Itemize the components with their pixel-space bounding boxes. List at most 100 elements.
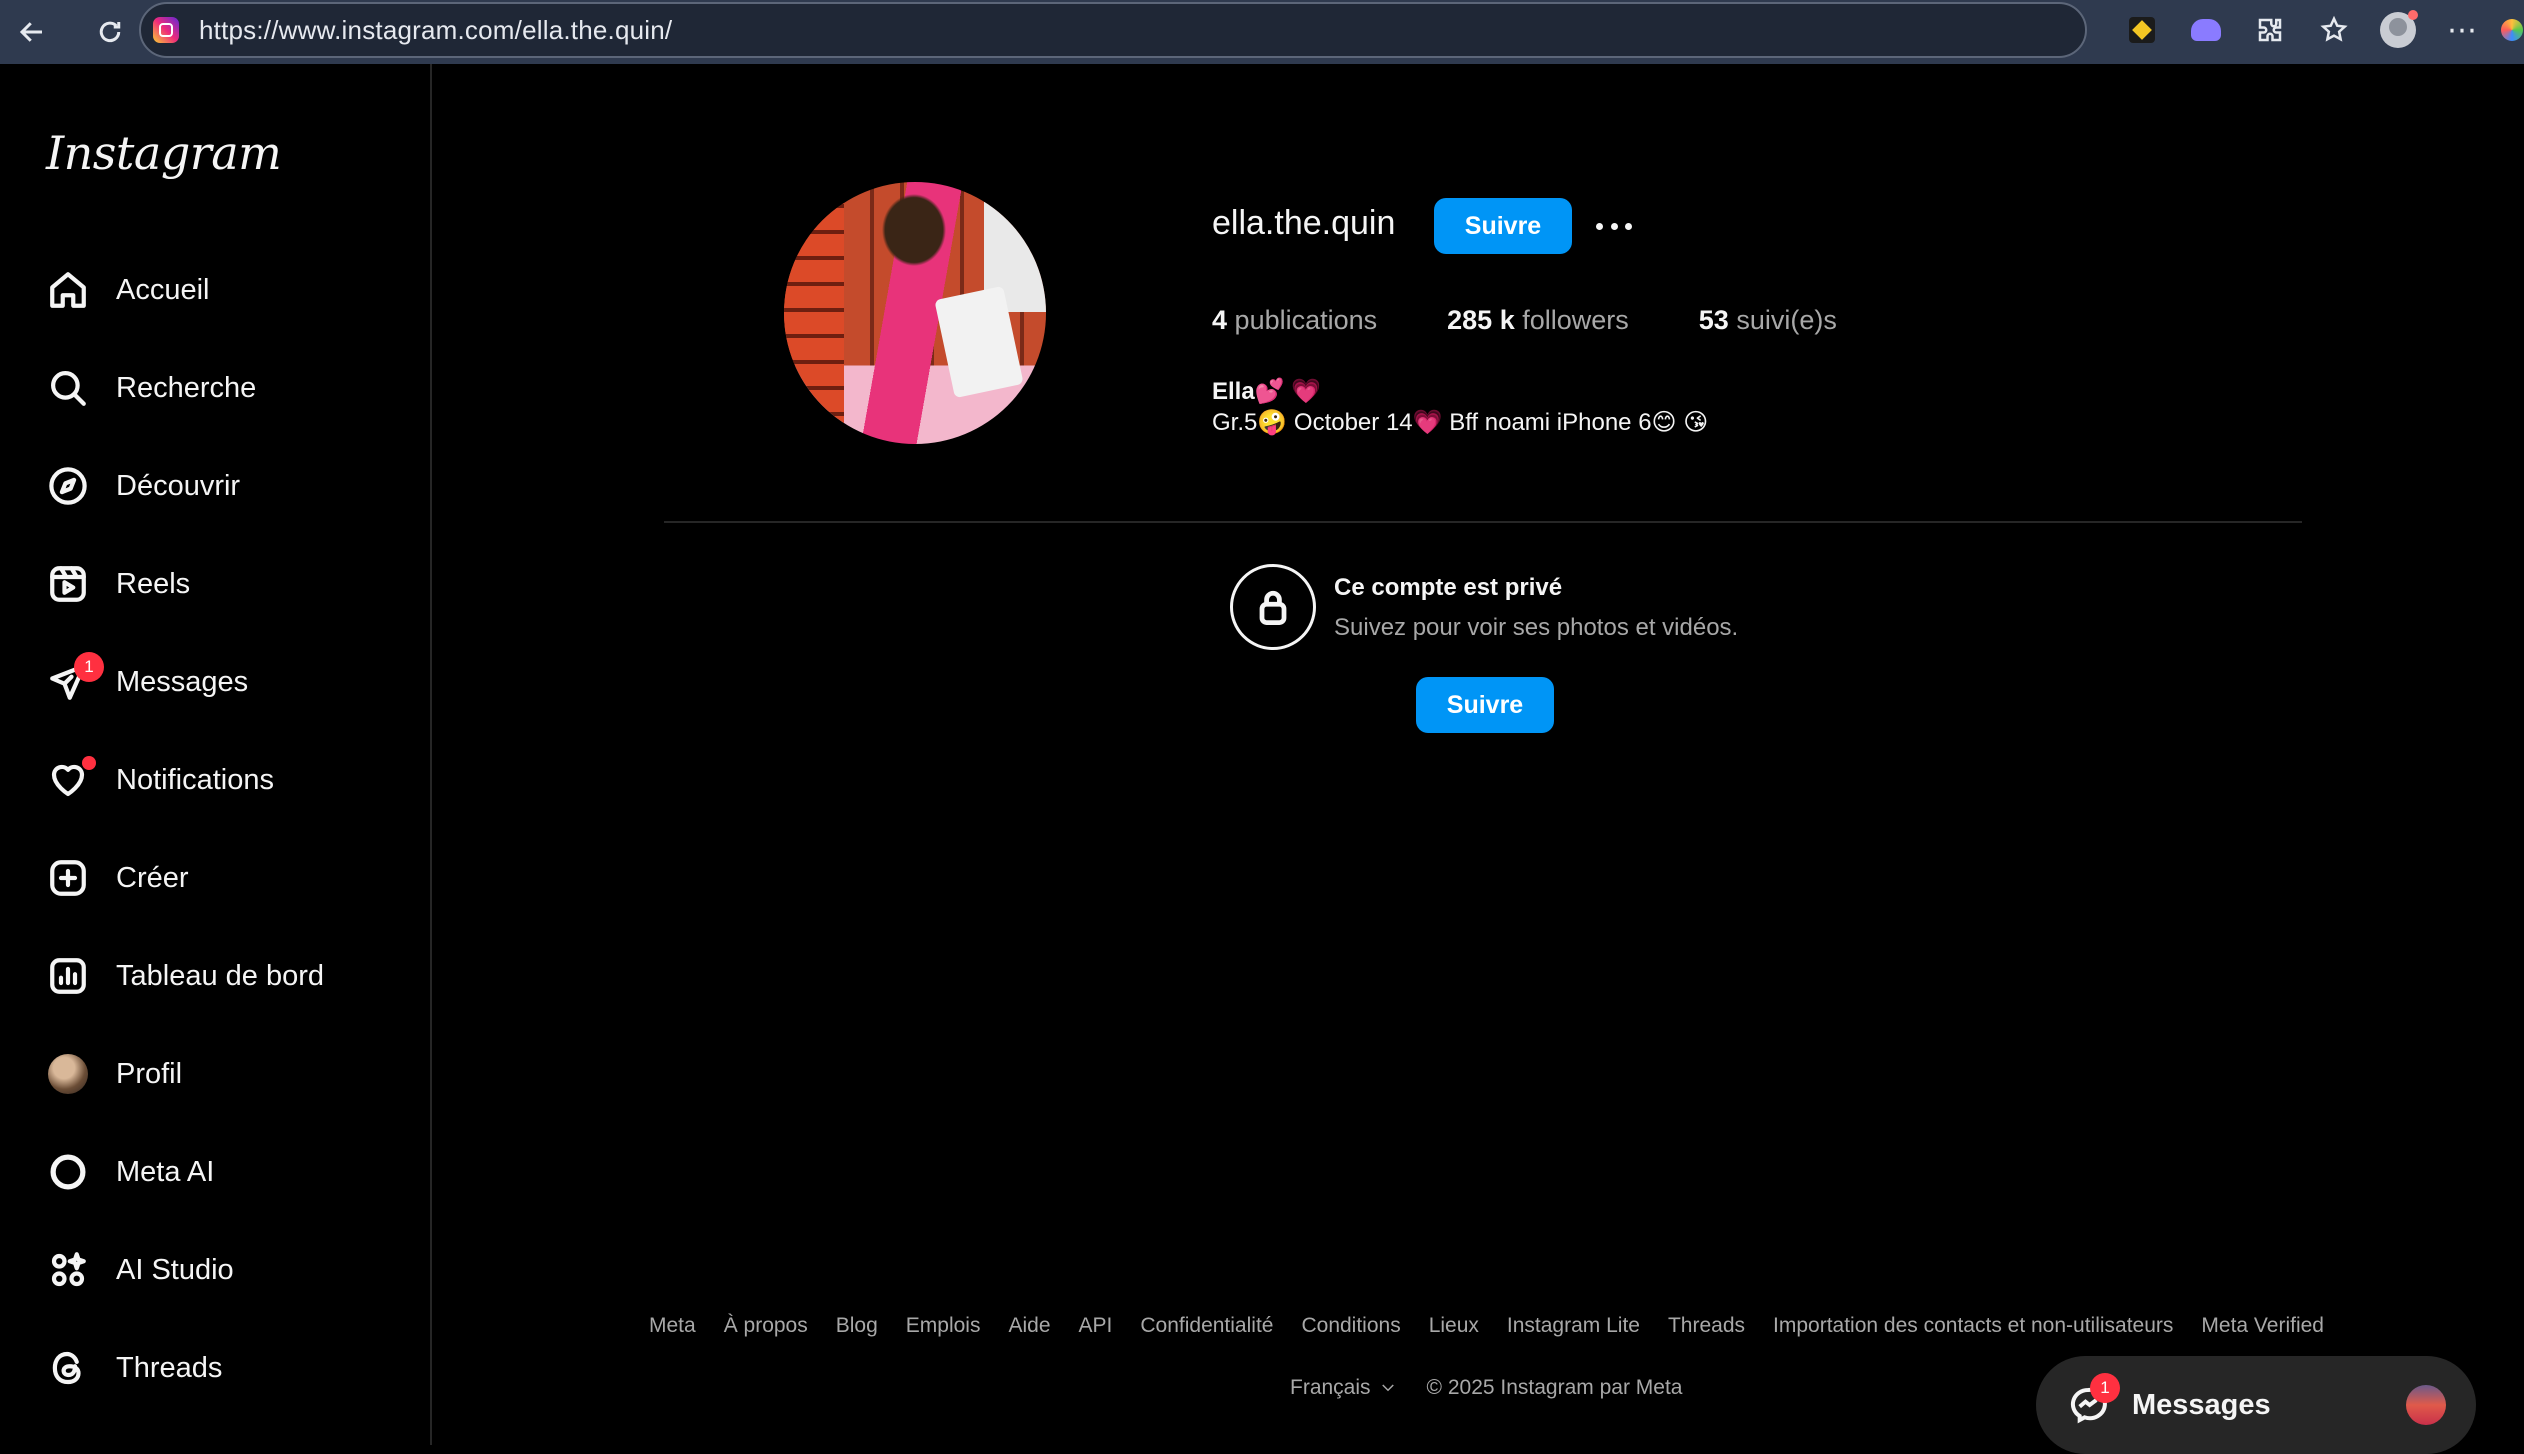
sidebar-item-label: Reels [116, 567, 191, 600]
posts-label: publications [1234, 305, 1378, 335]
footer-link[interactable]: Meta Verified [2201, 1314, 2324, 1338]
notification-dot [82, 756, 96, 770]
sidebar-item-label: Notifications [116, 763, 274, 796]
favorites-icon[interactable] [2314, 10, 2354, 50]
more-options-icon[interactable] [1592, 204, 1636, 248]
copilot-icon[interactable] [2500, 10, 2524, 50]
bio-text: Gr.5🤪 October 14💗 Bff noami iPhone 6😊 😘 [1212, 409, 1709, 436]
footer-link[interactable]: Conditions [1301, 1314, 1400, 1338]
instagram-favicon-icon [153, 17, 179, 43]
puzzle-extensions-icon[interactable] [2250, 10, 2290, 50]
reels-icon [46, 562, 90, 606]
chevron-down-icon [1381, 1384, 1394, 1392]
followers-count: 285 k [1447, 305, 1515, 335]
sidebar-item-search[interactable]: Recherche [46, 358, 406, 418]
threads-icon [46, 1346, 90, 1390]
posts-stat: 4 publications [1212, 305, 1377, 336]
sidebar-item-meta-ai[interactable]: Meta AI [46, 1142, 406, 1202]
footer-link[interactable]: À propos [724, 1314, 808, 1338]
sidebar-item-explore[interactable]: Découvrir [46, 456, 406, 516]
sidebar-item-label: Recherche [116, 371, 257, 404]
footer-link[interactable]: Confidentialité [1140, 1314, 1273, 1338]
footer-link[interactable]: Emplois [906, 1314, 981, 1338]
sidebar-item-label: Découvrir [116, 469, 241, 502]
footer-link[interactable]: Aide [1008, 1314, 1050, 1338]
sidebar-item-label: Accueil [116, 273, 210, 306]
meta-ai-icon [46, 1150, 90, 1194]
heart-icon [46, 756, 96, 802]
footer-link[interactable]: Threads [1668, 1314, 1745, 1338]
footer-bottom: Français © 2025 Instagram par Meta [1290, 1376, 1682, 1400]
messenger-icon: 1 [2066, 1373, 2120, 1427]
dashboard-icon [46, 954, 90, 998]
direct-icon: 1 [46, 652, 104, 704]
sidebar-item-label: Tableau de bord [116, 959, 324, 992]
ai-studio-icon [46, 1248, 90, 1292]
browser-toolbar: https://www.instagram.com/ella.the.quin/… [0, 0, 2524, 64]
floating-messages-button[interactable]: 1 Messages [2036, 1356, 2476, 1454]
instagram-app: Instagram Accueil Recherche Découvrir Re… [6, 64, 2524, 1454]
floating-messages-label: Messages [2132, 1388, 2271, 1421]
sidebar-item-reels[interactable]: Reels [46, 554, 406, 614]
sidebar: Instagram Accueil Recherche Découvrir Re… [6, 64, 432, 1445]
reload-icon [99, 21, 121, 43]
footer-link[interactable]: Importation des contacts et non-utilisat… [1773, 1314, 2173, 1338]
address-bar[interactable]: https://www.instagram.com/ella.the.quin/ [139, 2, 2087, 58]
search-icon [46, 366, 90, 410]
footer-link[interactable]: Blog [836, 1314, 878, 1338]
instagram-logo[interactable]: Instagram [46, 126, 282, 180]
sidebar-item-create[interactable]: Créer [46, 848, 406, 908]
sidebar-item-label: Créer [116, 861, 189, 894]
sidebar-item-label: AI Studio [116, 1253, 234, 1286]
private-account-subtitle: Suivez pour voir ses photos et vidéos. [1334, 614, 1739, 641]
sidebar-item-profile[interactable]: Profil [46, 1044, 406, 1104]
home-icon [46, 268, 90, 312]
sidebar-item-label: Meta AI [116, 1155, 215, 1188]
sidebar-item-messages[interactable]: 1 Messages [46, 652, 406, 712]
sidebar-item-notifications[interactable]: Notifications [46, 750, 406, 810]
language-select[interactable]: Français [1290, 1376, 1397, 1400]
sidebar-item-label: Threads [116, 1351, 223, 1384]
back-button[interactable] [12, 12, 52, 52]
create-icon [46, 856, 90, 900]
conversation-avatar [2406, 1385, 2446, 1425]
reload-button[interactable] [90, 12, 130, 52]
ghost-extension-icon[interactable] [2186, 10, 2226, 50]
url-text[interactable]: https://www.instagram.com/ella.the.quin/ [199, 15, 672, 46]
sidebar-item-threads[interactable]: Threads [46, 1338, 406, 1398]
profile-avatar [46, 1052, 90, 1096]
language-label: Français [1290, 1376, 1371, 1399]
following-label: suivi(e)s [1736, 305, 1837, 335]
profile-stats: 4 publications 285 k followers 53 suivi(… [1212, 305, 1907, 336]
sidebar-item-label: Messages [116, 665, 249, 698]
more-icon[interactable]: ⋯ [2442, 10, 2482, 50]
profile-username: ella.the.quin [1212, 204, 1396, 242]
messages-badge: 1 [74, 652, 104, 682]
followers-stat[interactable]: 285 k followers [1447, 305, 1629, 336]
followers-label: followers [1522, 305, 1629, 335]
bio-name: Ella💕 💗 [1212, 378, 1322, 405]
divider [664, 521, 2302, 523]
follow-button-private[interactable]: Suivre [1416, 677, 1554, 733]
compass-icon [46, 464, 90, 508]
private-account-title: Ce compte est privé [1334, 574, 1563, 601]
sidebar-item-ai-studio[interactable]: AI Studio [46, 1240, 406, 1300]
footer-link[interactable]: Instagram Lite [1507, 1314, 1640, 1338]
profile-avatar-icon[interactable] [2378, 10, 2418, 50]
sidebar-item-dashboard[interactable]: Tableau de bord [46, 946, 406, 1006]
posts-count: 4 [1212, 305, 1228, 335]
footer-link[interactable]: API [1079, 1314, 1113, 1338]
profile-picture[interactable] [784, 182, 1046, 444]
footer-links: Meta À propos Blog Emplois Aide API Conf… [649, 1314, 2352, 1338]
back-arrow-icon [19, 22, 42, 42]
floating-messages-badge: 1 [2090, 1373, 2120, 1403]
following-stat[interactable]: 53 suivi(e)s [1699, 305, 1837, 336]
sidebar-item-home[interactable]: Accueil [46, 260, 406, 320]
copyright: © 2025 Instagram par Meta [1426, 1376, 1683, 1399]
following-count: 53 [1698, 305, 1729, 335]
footer-link[interactable]: Lieux [1429, 1314, 1479, 1338]
follow-button[interactable]: Suivre [1434, 198, 1572, 254]
sidebar-item-label: Profil [116, 1057, 183, 1090]
footer-link[interactable]: Meta [649, 1314, 696, 1338]
binance-extension-icon[interactable] [2122, 10, 2162, 50]
